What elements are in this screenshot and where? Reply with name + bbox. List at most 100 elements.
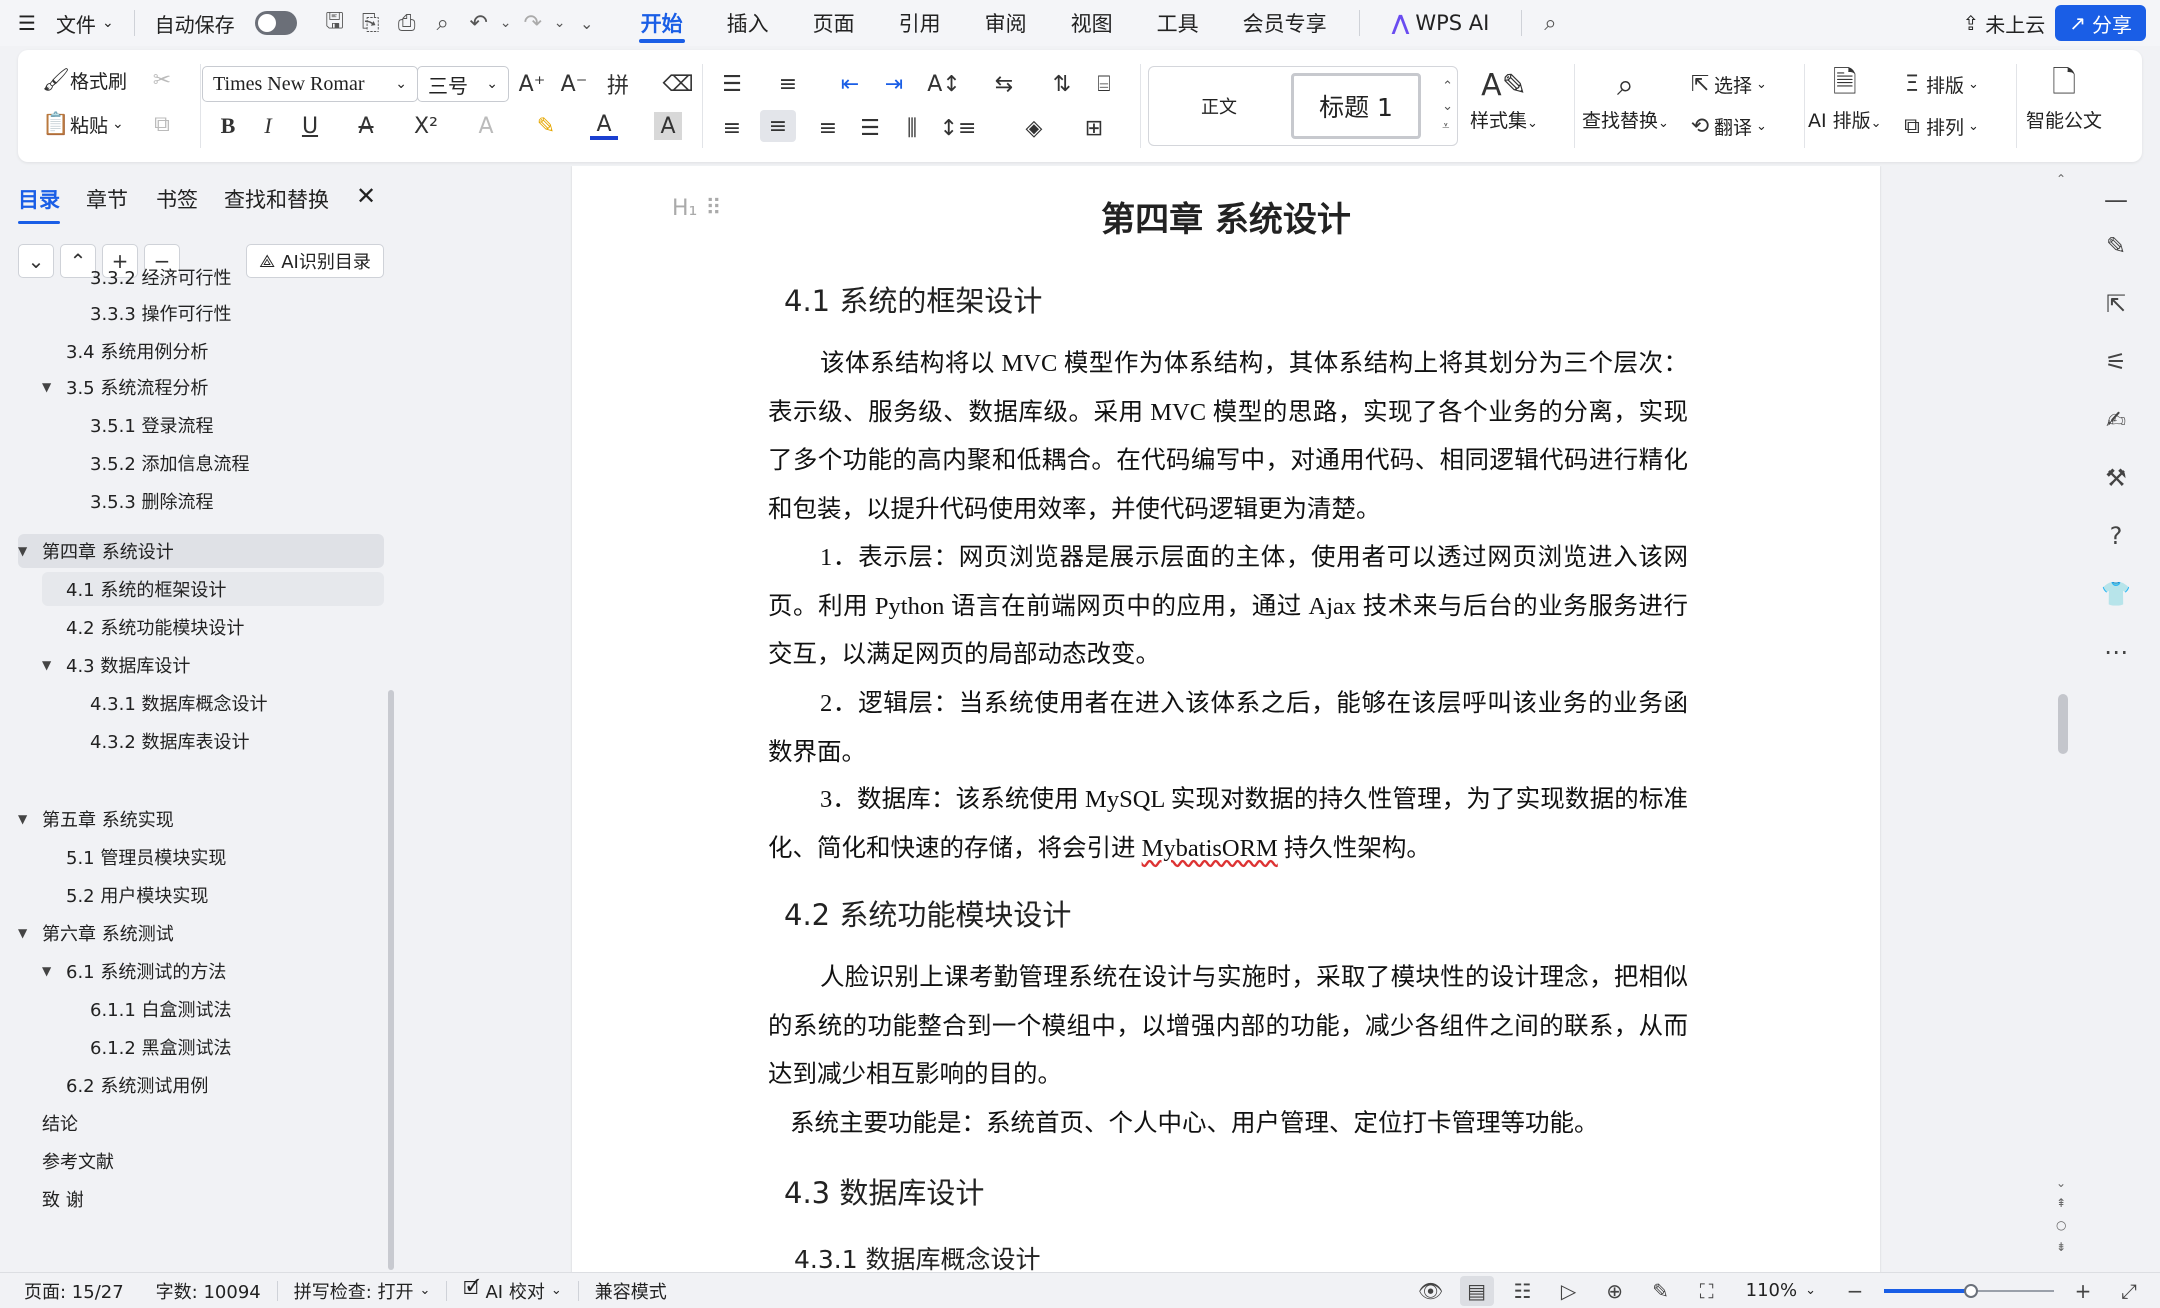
close-panel-icon[interactable]: ✕ (356, 182, 376, 210)
toc-item[interactable]: 3.3.3 操作可行性 (18, 296, 384, 330)
tab-home[interactable]: 开始 (619, 0, 705, 46)
export-pdf-icon[interactable]: ⎘ (353, 5, 389, 41)
expand-triangle-icon[interactable]: ▼ (18, 544, 32, 558)
toc-item[interactable]: 4.1 系统的框架设计 (42, 572, 384, 606)
collapse-icon[interactable]: — (2098, 182, 2134, 218)
expand-triangle-icon[interactable]: ▼ (42, 964, 56, 978)
toc-item[interactable]: 3.3.2 经济可行性 (18, 260, 384, 294)
spellcheck-flagged-word[interactable]: MybatisORM (1142, 835, 1278, 862)
expand-triangle-icon[interactable]: ▼ (42, 380, 56, 394)
align-right-button[interactable]: ≡ (814, 114, 842, 142)
zoom-slider[interactable] (1884, 1281, 2054, 1301)
prev-page-icon[interactable]: ⇞ (2056, 1196, 2066, 1210)
fullscreen-icon[interactable]: ⤢ (2112, 1276, 2146, 1306)
page-count[interactable]: 页面: 15/27 (0, 1278, 140, 1304)
page-view-icon[interactable]: ▤ (1459, 1275, 1494, 1306)
outline-view-icon[interactable]: ☷ (1506, 1276, 1540, 1306)
toc-item[interactable]: 3.5.2 添加信息流程 (18, 446, 384, 480)
style-set-button[interactable]: A✎ 样式集⌄ (1470, 64, 1538, 133)
arrange-button[interactable]: ⧉ 排列 ⌄ (1898, 112, 1979, 140)
toc-item[interactable]: 结论 (18, 1106, 384, 1140)
zoom-out-icon[interactable]: − (1838, 1276, 1872, 1306)
menu-icon[interactable]: ☰ (0, 0, 46, 46)
toc-item[interactable]: ▼ 6.1 系统测试的方法 (18, 954, 384, 988)
toc-item[interactable]: ▼ 4.3 数据库设计 (18, 648, 384, 682)
write-mode-icon[interactable]: ✎ (1644, 1276, 1678, 1306)
word-count[interactable]: 字数: 10094 (140, 1278, 277, 1304)
tools-icon[interactable]: ⚒ (2098, 460, 2134, 496)
cloud-status[interactable]: ⇪ 未上云 (1952, 0, 2055, 46)
customize-quickbar-icon[interactable]: ⌄ (569, 5, 605, 41)
search-icon[interactable]: ⌕ (1532, 5, 1568, 41)
toc-item[interactable]: 3.5.3 删除流程 (18, 484, 384, 518)
tab-review[interactable]: 审阅 (963, 0, 1049, 46)
select-button[interactable]: ⇱ 选择 ⌄ (1686, 70, 1767, 98)
expand-triangle-icon[interactable]: ▼ (18, 926, 32, 940)
paste-button[interactable]: 📋 粘贴 ⌄ (42, 110, 123, 138)
ai-proofread-button[interactable]: 🗹 AI 校对 ⌄ (447, 1276, 577, 1306)
print-icon[interactable]: ⎙ (389, 5, 425, 41)
toc-item[interactable]: 致 谢 (18, 1182, 384, 1216)
style-normal[interactable]: 正文 (1159, 77, 1279, 135)
smart-doc-button[interactable]: 🗋 智能公文 (2026, 64, 2102, 133)
expand-triangle-icon[interactable]: ▼ (42, 658, 56, 672)
print-preview-icon[interactable]: ⌕ (425, 5, 461, 41)
line-spacing-button[interactable]: ↕≡ (940, 114, 977, 142)
bold-button[interactable]: B (214, 112, 242, 140)
strikethrough-button[interactable]: A (352, 112, 380, 140)
font-size-select[interactable]: 三号 ⌄ (417, 66, 509, 102)
tab-bookmarks[interactable]: 书签 (156, 184, 198, 214)
fit-page-icon[interactable]: ⛶ (1690, 1276, 1724, 1306)
ai-layout-button[interactable]: 🗎 AI 排版⌄ (1808, 64, 1882, 133)
tab-member[interactable]: 会员专享 (1221, 0, 1349, 46)
share-button[interactable]: ↗ 分享 (2055, 5, 2146, 41)
text-direction-button[interactable]: A↕ (927, 70, 960, 98)
justify-button[interactable]: ☰ (856, 114, 884, 142)
toc-item[interactable]: 4.3.1 数据库概念设计 (18, 686, 384, 720)
swap-button[interactable]: ⇆ (990, 70, 1018, 98)
style-heading-1[interactable]: 标题 1 (1291, 73, 1421, 139)
tab-view[interactable]: 视图 (1049, 0, 1135, 46)
format-painter-button[interactable]: 🖌 格式刷 (42, 66, 127, 94)
italic-button[interactable]: I (254, 112, 282, 140)
toc-item[interactable]: 6.2 系统测试用例 (18, 1068, 384, 1102)
decrease-indent-button[interactable]: ⇤ (836, 70, 864, 98)
wps-ai-button[interactable]: ⋀ WPS AI (1370, 0, 1512, 46)
align-center-button[interactable]: ≡ (760, 110, 796, 142)
skin-icon[interactable]: 👕 (2098, 576, 2134, 612)
toc-item[interactable]: 5.1 管理员模块实现 (18, 840, 384, 874)
typeset-button[interactable]: Ξ 排版 ⌄ (1898, 70, 1979, 98)
undo-dropdown-icon[interactable]: ⌄ (497, 5, 515, 41)
toc-item[interactable]: 4.3.2 数据库表设计 (18, 724, 384, 758)
reading-mode-icon[interactable]: ▷ (1552, 1276, 1586, 1306)
toc-item[interactable]: 3.4 系统用例分析 (18, 334, 384, 368)
translate-button[interactable]: ⟲ 翻译 ⌄ (1686, 112, 1767, 140)
toc-item[interactable]: ▼ 第四章 系统设计 (18, 534, 384, 568)
save-icon[interactable]: 🖫 (317, 5, 353, 41)
more-icon[interactable]: ⋯ (2098, 634, 2134, 670)
show-marks-button[interactable]: ⌸ (1090, 70, 1118, 98)
tab-tools[interactable]: 工具 (1135, 0, 1221, 46)
tab-page[interactable]: 页面 (791, 0, 877, 46)
tab-toc[interactable]: 目录 (18, 184, 60, 224)
file-menu[interactable]: 文件 ⌄ (46, 0, 124, 46)
spell-check-toggle[interactable]: 拼写检查: 打开 ⌄ (278, 1278, 447, 1304)
copy-button[interactable]: ⧉ (148, 110, 176, 138)
phonetic-button[interactable]: 拼 (604, 70, 632, 99)
grow-font-button[interactable]: A⁺ (518, 70, 546, 98)
select-browse-icon[interactable]: ○ (2056, 1218, 2066, 1232)
redo-dropdown-icon[interactable]: ⌄ (551, 5, 569, 41)
sliders-icon[interactable]: ⚟ (2098, 344, 2134, 380)
toc-item[interactable]: ▼ 第五章 系统实现 (18, 802, 384, 836)
scroll-down-icon[interactable]: ⌄ (2056, 1176, 2066, 1190)
char-shading-button[interactable]: A (654, 112, 682, 140)
tab-sections[interactable]: 章节 (86, 184, 128, 214)
clear-format-button[interactable]: ⌫ (662, 70, 693, 98)
style-gallery-scroll[interactable]: ⌃ ⌄ ⩡ (1442, 77, 1453, 137)
underline-button[interactable]: U (296, 112, 324, 140)
font-color-button[interactable]: A (590, 112, 618, 140)
border-button[interactable]: ⊞ (1080, 114, 1108, 142)
shrink-font-button[interactable]: A⁻ (560, 70, 588, 98)
toc-item[interactable]: 6.1.2 黑盒测试法 (18, 1030, 384, 1064)
shading-button[interactable]: ◈ (1020, 114, 1048, 142)
